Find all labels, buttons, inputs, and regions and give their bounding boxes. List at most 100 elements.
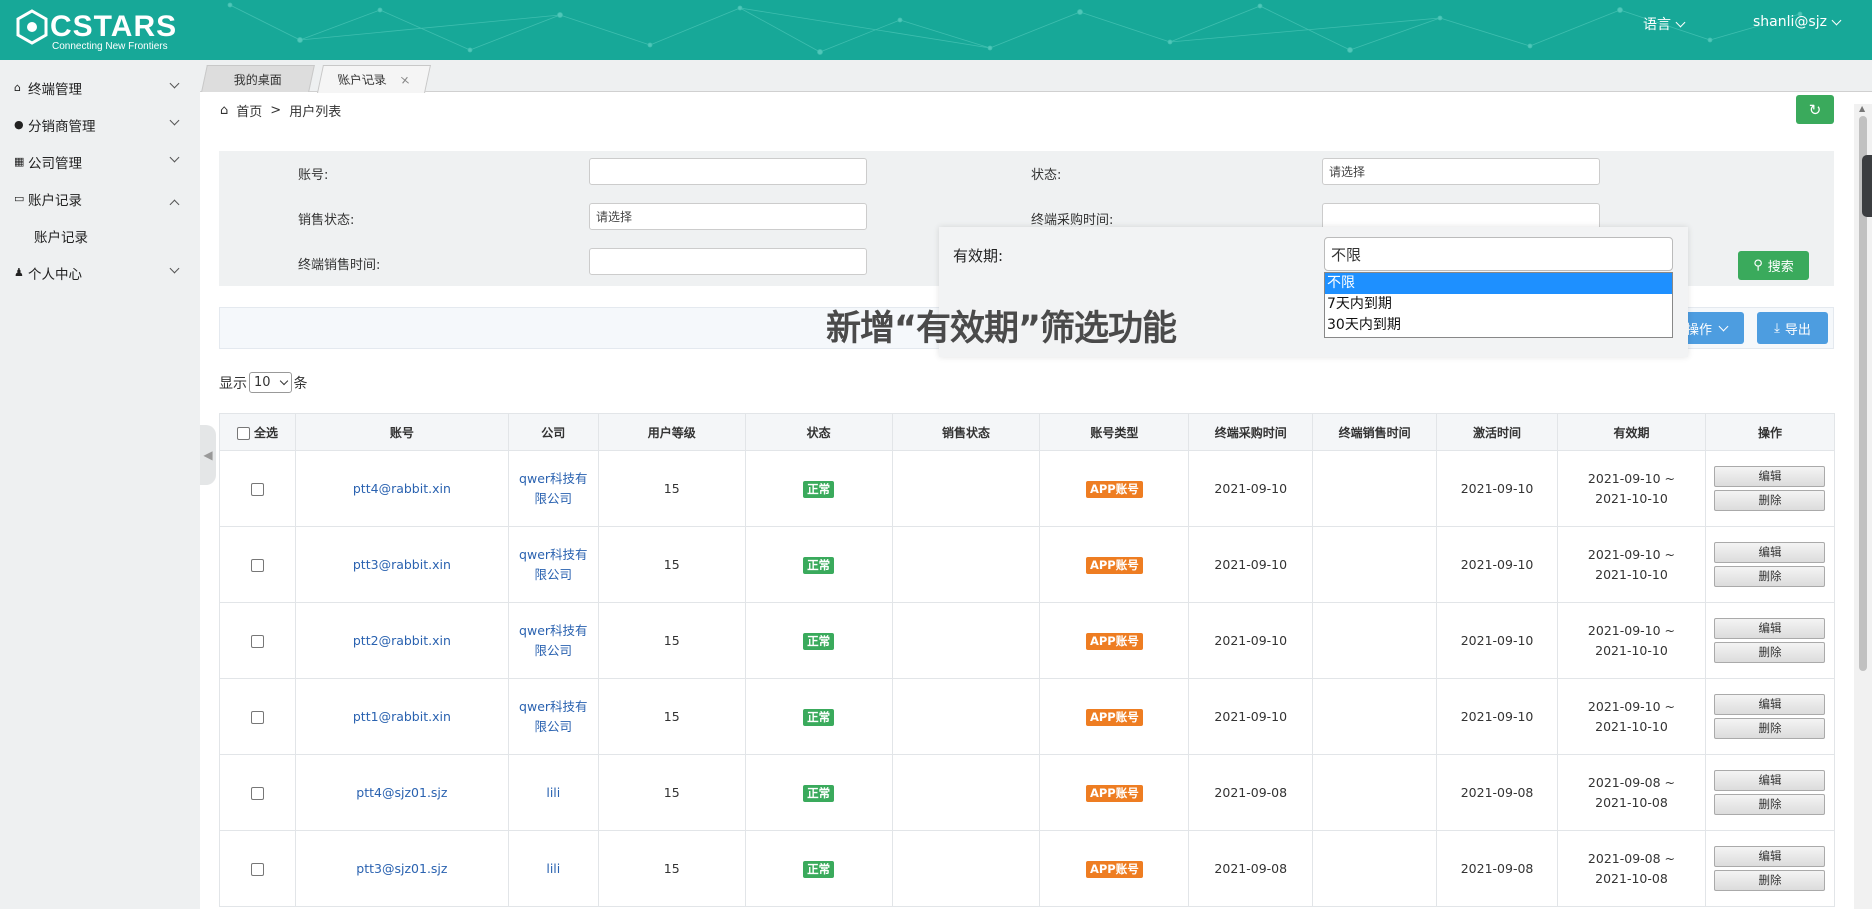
operations-cell: 编辑 删除: [1704, 678, 1836, 755]
account-label: 账号:: [298, 168, 329, 183]
scroll-up-arrow-icon[interactable]: ▲: [1859, 104, 1865, 113]
chevron-down-icon: [1831, 15, 1842, 25]
sidebar-subitem-account-records[interactable]: 账户记录: [0, 217, 200, 254]
validity-select[interactable]: 不限: [1324, 237, 1673, 271]
chevron-down-icon: [1718, 321, 1729, 331]
edit-button[interactable]: 编辑: [1714, 770, 1826, 791]
row-select-cell: [219, 602, 296, 679]
row-checkbox[interactable]: [250, 862, 264, 876]
side-widget-tab[interactable]: [1862, 155, 1872, 217]
page-size-select[interactable]: 10: [249, 372, 292, 393]
edit-button[interactable]: 编辑: [1714, 846, 1826, 867]
close-icon[interactable]: ×: [398, 73, 411, 87]
operations-cell: 编辑 删除: [1704, 450, 1836, 527]
account-cell[interactable]: ptt3@sjz01.sjz: [294, 830, 509, 907]
vertical-scrollbar[interactable]: ▲: [1854, 104, 1872, 909]
delete-button[interactable]: 删除: [1714, 718, 1826, 739]
account-cell[interactable]: ptt4@sjz01.sjz: [294, 754, 509, 831]
table-header-row: 全选 账号 公司 用户等级 状态 销售状态 账号类型 终端采购时间 终端销售时间…: [219, 413, 1836, 451]
edit-button[interactable]: 编辑: [1714, 542, 1826, 563]
purchase-time-cell: 2021-09-10: [1188, 678, 1314, 755]
status-cell: 正常: [744, 678, 893, 755]
row-checkbox[interactable]: [250, 710, 264, 724]
delete-button[interactable]: 删除: [1714, 490, 1826, 511]
brand-tagline: Connecting New Frontiers: [52, 41, 168, 52]
sidebar-item-label: 个人中心: [28, 266, 82, 283]
row-select-cell: [219, 526, 296, 603]
refresh-button[interactable]: ↻: [1796, 95, 1834, 124]
search-button[interactable]: ⚲ 搜索: [1738, 251, 1809, 280]
chevron-down-icon: [1675, 17, 1686, 27]
delete-button[interactable]: 删除: [1714, 870, 1826, 891]
company-cell[interactable]: qwer科技有限公司: [507, 526, 599, 603]
row-checkbox[interactable]: [250, 634, 264, 648]
purchase-time-input[interactable]: [1322, 203, 1600, 230]
page-size-value: 10: [254, 375, 271, 390]
sidebar-item-terminal[interactable]: ⌂ 终端管理: [0, 69, 200, 106]
validity-option[interactable]: 不限: [1325, 273, 1672, 294]
account-cell[interactable]: ptt4@rabbit.xin: [294, 450, 509, 527]
status-badge: 正常: [803, 708, 835, 726]
activate-time-cell: 2021-09-08: [1436, 754, 1559, 831]
status-badge: 正常: [803, 556, 835, 574]
chevron-left-icon: ◀: [203, 448, 213, 462]
account-input[interactable]: [589, 158, 867, 185]
header-level: 用户等级: [597, 413, 746, 451]
header-account: 账号: [294, 413, 509, 451]
status-badge: 正常: [803, 860, 835, 878]
status-select[interactable]: 请选择: [1322, 158, 1600, 185]
user-menu[interactable]: shanli@sjz: [1753, 14, 1842, 30]
company-cell[interactable]: lili: [507, 830, 599, 907]
user-table: 全选 账号 公司 用户等级 状态 销售状态 账号类型 终端采购时间 终端销售时间…: [219, 413, 1836, 907]
delete-button[interactable]: 删除: [1714, 566, 1826, 587]
row-checkbox[interactable]: [250, 786, 264, 800]
sidebar-item-distributor[interactable]: ● 分销商管理: [0, 106, 200, 143]
account-type-badge: APP账号: [1085, 784, 1143, 802]
delete-button[interactable]: 删除: [1714, 642, 1826, 663]
activate-time-cell: 2021-09-10: [1436, 602, 1559, 679]
validity-cell: 2021-09-08 ~ 2021-10-08: [1557, 754, 1706, 831]
account-cell[interactable]: ptt1@rabbit.xin: [294, 678, 509, 755]
validity-option[interactable]: 7天内到期: [1325, 294, 1672, 315]
status-cell: 正常: [744, 754, 893, 831]
breadcrumb-current: 用户列表: [289, 105, 342, 120]
sale-time-input[interactable]: [589, 248, 867, 275]
top-header: CSTARS Connecting New Frontiers 语言 shanl…: [0, 0, 1872, 60]
select-all-header[interactable]: 全选: [219, 413, 296, 451]
sidebar-item-company[interactable]: ▦ 公司管理: [0, 143, 200, 180]
account-cell[interactable]: ptt3@rabbit.xin: [294, 526, 509, 603]
language-menu[interactable]: 语言: [1643, 14, 1686, 34]
export-button[interactable]: ⤓ 导出: [1757, 312, 1828, 344]
validity-option[interactable]: 30天内到期: [1325, 315, 1672, 336]
delete-button[interactable]: 删除: [1714, 794, 1826, 815]
sidebar-item-personal-center[interactable]: ♟ 个人中心: [0, 254, 200, 291]
sidebar-item-account-records[interactable]: ▭ 账户记录: [0, 180, 200, 217]
company-cell[interactable]: qwer科技有限公司: [507, 450, 599, 527]
sale-time-label: 终端销售时间:: [298, 258, 381, 273]
breadcrumb: ⌂ 首页 > 用户列表: [220, 101, 341, 120]
sidebar-collapse-handle[interactable]: ◀: [200, 425, 216, 485]
operate-label: 操作: [1686, 322, 1713, 338]
account-cell[interactable]: ptt2@rabbit.xin: [294, 602, 509, 679]
purchase-time-label: 终端采购时间:: [1031, 213, 1114, 228]
sales-status-cell: [891, 602, 1041, 679]
operations-cell: 编辑 删除: [1704, 602, 1836, 679]
edit-button[interactable]: 编辑: [1714, 466, 1826, 487]
row-checkbox[interactable]: [250, 482, 264, 496]
operate-dropdown-button[interactable]: 操作: [1686, 312, 1744, 344]
tab-my-desktop[interactable]: 我的桌面: [201, 65, 315, 92]
breadcrumb-home[interactable]: 首页: [236, 101, 262, 120]
row-checkbox[interactable]: [250, 558, 264, 572]
company-cell[interactable]: lili: [507, 754, 599, 831]
company-cell[interactable]: qwer科技有限公司: [507, 678, 599, 755]
account-type-cell: APP账号: [1039, 678, 1190, 755]
sales-status-select[interactable]: 请选择: [589, 203, 867, 230]
edit-button[interactable]: 编辑: [1714, 618, 1826, 639]
edit-button[interactable]: 编辑: [1714, 694, 1826, 715]
sales-status-cell: [891, 754, 1041, 831]
user-icon: ♟: [14, 266, 24, 279]
select-all-checkbox[interactable]: [236, 426, 250, 440]
company-cell[interactable]: qwer科技有限公司: [507, 602, 599, 679]
tab-account-records[interactable]: 账户记录 ×: [317, 65, 431, 93]
validity-label: 有效期:: [953, 247, 1004, 265]
